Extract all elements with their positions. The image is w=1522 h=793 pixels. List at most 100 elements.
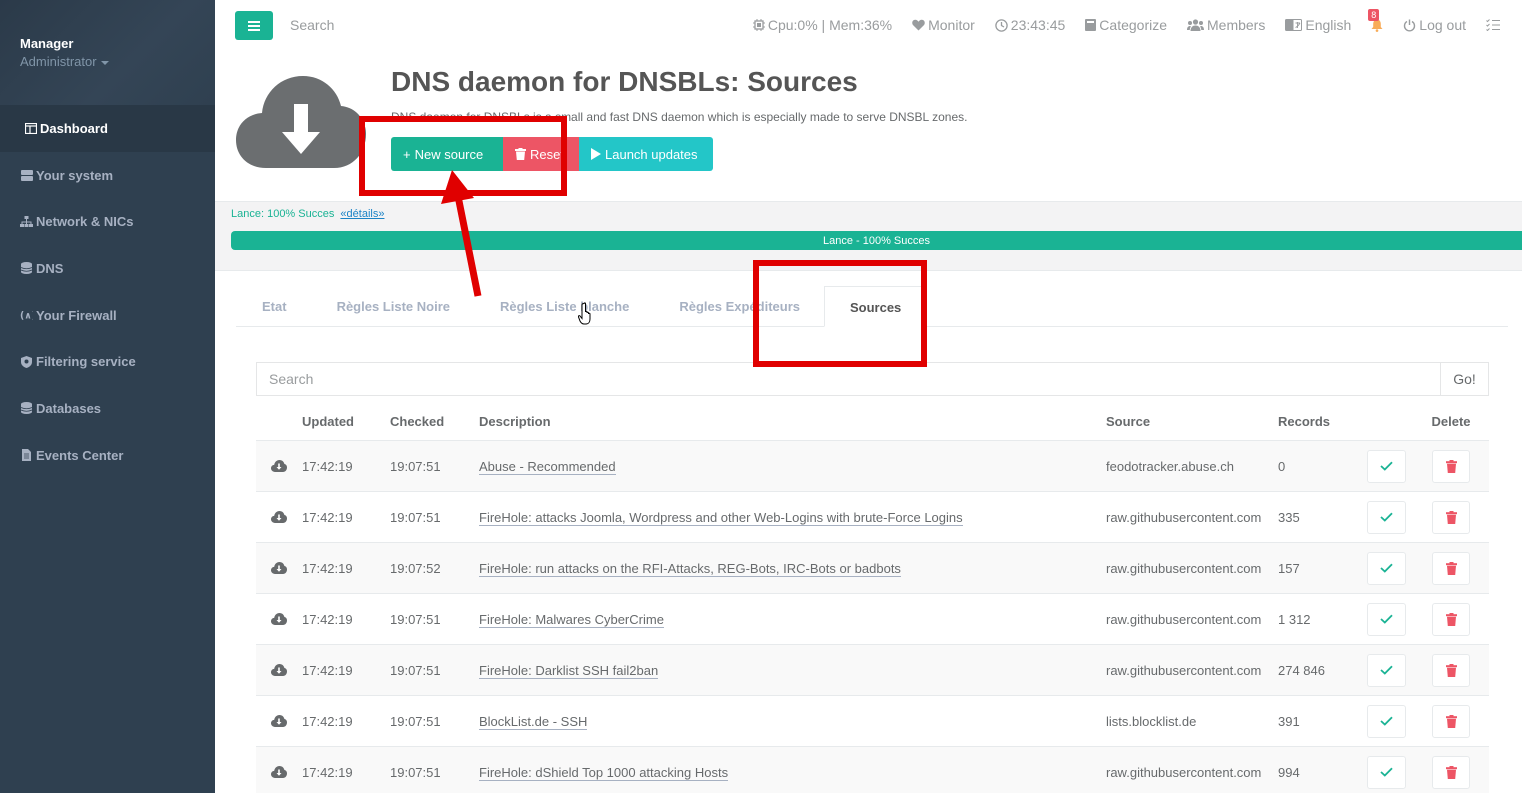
sources-table: Updated Checked Description Source Recor… (256, 403, 1489, 793)
source-description-link[interactable]: BlockList.de - SSH (479, 713, 588, 730)
cell-description: FireHole: Darklist SSH fail2ban (479, 662, 1106, 679)
sidebar-item-your-system[interactable]: Your system (0, 152, 215, 199)
hamburger-icon (248, 20, 260, 31)
source-description-link[interactable]: FireHole: Darklist SSH fail2ban (479, 662, 659, 679)
launch-updates-button[interactable]: Launch updates (579, 137, 713, 171)
plus-icon: + (403, 146, 411, 162)
play-icon (591, 148, 601, 160)
table-row: 17:42:19 19:07:51 Abuse - Recommended feodo… (256, 441, 1489, 492)
sidebar-item-label: Your Firewall (36, 307, 117, 323)
cell-records: 157 (1278, 560, 1300, 576)
source-description-link[interactable]: FireHole: dShield Top 1000 attacking Hos… (479, 764, 729, 781)
enable-toggle-button[interactable] (1366, 653, 1406, 687)
sidebar-item-dns[interactable]: DNS (0, 245, 215, 292)
user-name: Manager (20, 36, 74, 51)
cell-delete (1414, 602, 1488, 636)
trash-icon (1445, 510, 1457, 524)
cloud-download-icon[interactable] (256, 715, 302, 727)
sidebar-item-label: Filtering service (36, 354, 136, 370)
details-link[interactable]: «détails» (340, 208, 384, 220)
source-description-link[interactable]: FireHole: attacks Joomla, Wordpress and … (479, 509, 963, 526)
tab-regles-liste-noire[interactable]: Règles Liste Noire (311, 286, 474, 326)
cloud-download-icon[interactable] (256, 766, 302, 778)
tab-regles-expediteurs[interactable]: Règles Expéditeurs (653, 286, 824, 326)
check-icon (1379, 614, 1393, 624)
reset-button[interactable]: Reset (503, 137, 579, 171)
sources-search-input[interactable] (257, 363, 1440, 395)
tab-bar: Etat Règles Liste Noire Règles Liste bla… (236, 286, 1508, 327)
cell-description: FireHole: run attacks on the RFI-Attacks… (479, 560, 1106, 577)
check-icon (1379, 461, 1393, 471)
enable-toggle-button[interactable] (1366, 602, 1406, 636)
language-selector[interactable]: English (1285, 17, 1351, 33)
progress-panel: Lance: 100% Succes «détails» Lance - 100… (215, 201, 1522, 271)
cell-source: feodotracker.abuse.ch (1106, 458, 1234, 474)
user-role-dropdown[interactable]: Administrator (20, 54, 215, 69)
categorize-link[interactable]: Categorize (1085, 17, 1167, 33)
source-description-link[interactable]: FireHole: Malwares CyberCrime (479, 611, 664, 628)
tab-sources[interactable]: Sources (823, 286, 923, 327)
delete-button[interactable] (1432, 449, 1470, 483)
cell-enable (1358, 653, 1414, 687)
delete-button[interactable] (1432, 653, 1470, 687)
go-button[interactable]: Go! (1440, 363, 1488, 395)
sidebar-item-events-center[interactable]: Events Center (0, 432, 215, 479)
server-icon (20, 169, 33, 181)
cell-description: BlockList.de - SSH (479, 713, 1106, 730)
top-search-input[interactable]: Search (290, 17, 334, 33)
delete-button[interactable] (1432, 755, 1470, 789)
enable-toggle-button[interactable] (1366, 551, 1406, 585)
cell-delete (1414, 755, 1488, 789)
table-row: 17:42:19 19:07:52 FireHole: run attacks on… (256, 543, 1489, 594)
cell-checked: 19:07:51 (390, 764, 441, 780)
source-description-link[interactable]: FireHole: run attacks on the RFI-Attacks… (479, 560, 901, 577)
table-row: 17:42:19 19:07:51 FireHole: attacks Joomla… (256, 492, 1489, 543)
cell-enable (1358, 500, 1414, 534)
enable-toggle-button[interactable] (1366, 500, 1406, 534)
cloud-download-icon[interactable] (256, 460, 302, 472)
users-icon (1187, 19, 1204, 31)
source-description-link[interactable]: Abuse - Recommended (479, 458, 616, 475)
cell-enable (1358, 755, 1414, 789)
svg-text:(∧): (∧) (20, 311, 33, 321)
tasks-icon (1486, 19, 1500, 31)
column-header-records: Records (1278, 414, 1331, 429)
sidebar-item-network-nics[interactable]: Network & NICs (0, 198, 215, 245)
monitor-link[interactable]: Monitor (912, 17, 975, 33)
delete-button[interactable] (1432, 500, 1470, 534)
cpu-mem-status[interactable]: Cpu:0% | Mem:36% (752, 17, 892, 33)
menu-toggle-button[interactable] (235, 11, 273, 40)
delete-button[interactable] (1432, 704, 1470, 738)
enable-toggle-button[interactable] (1366, 449, 1406, 483)
sidebar-item-dashboard[interactable]: Dashboard (0, 105, 215, 152)
clock-text: 23:43:45 (1010, 17, 1066, 33)
tab-etat[interactable]: Etat (236, 286, 311, 326)
trash-icon (1445, 714, 1457, 728)
cell-description: FireHole: attacks Joomla, Wordpress and … (479, 509, 1106, 526)
delete-button[interactable] (1432, 602, 1470, 636)
enable-toggle-button[interactable] (1366, 704, 1406, 738)
new-source-button[interactable]: + New source (391, 137, 503, 171)
trash-icon (1445, 612, 1457, 626)
cloud-download-icon[interactable] (256, 664, 302, 676)
sidebar-item-label: Network & NICs (36, 214, 134, 230)
trash-icon (1445, 459, 1457, 473)
enable-toggle-button[interactable] (1366, 755, 1406, 789)
cloud-download-icon[interactable] (256, 613, 302, 625)
delete-button[interactable] (1432, 551, 1470, 585)
tab-regles-liste-blanche[interactable]: Règles Liste blanche (474, 286, 653, 326)
sidebar-item-filtering-service[interactable]: Filtering service (0, 338, 215, 385)
clock-display: 23:43:45 (995, 17, 1066, 33)
cell-checked: 19:07:51 (390, 458, 441, 474)
members-link[interactable]: Members (1187, 17, 1265, 33)
tasks-toggle[interactable] (1486, 19, 1500, 31)
hand-cursor-icon (578, 302, 591, 325)
sidebar-item-your-firewall[interactable]: (∧) Your Firewall (0, 292, 215, 339)
logout-link[interactable]: Log out (1403, 17, 1466, 33)
check-icon (1379, 512, 1393, 522)
cloud-download-icon[interactable] (256, 562, 302, 574)
page-title: DNS daemon for DNSBLs: Sources (391, 66, 858, 97)
notifications-bell[interactable]: 8 (1368, 8, 1383, 32)
sidebar-item-databases[interactable]: Databases (0, 385, 215, 432)
cloud-download-icon[interactable] (256, 511, 302, 523)
